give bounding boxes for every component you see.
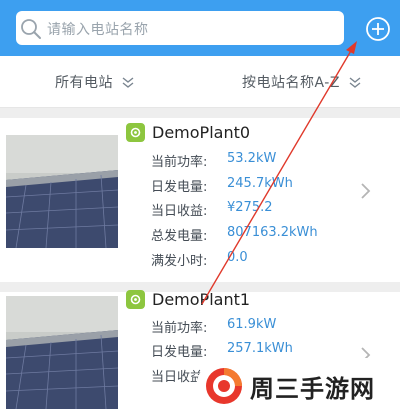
filter-bar: 所有电站 按电站名称A-Z: [0, 56, 400, 108]
stat-label: 当前功率:: [151, 321, 208, 336]
stat-value: 61.9kW: [227, 317, 277, 332]
plant-name: DemoPlant1: [152, 290, 251, 309]
filter-all-label: 所有电站: [55, 75, 113, 91]
chevron-right-icon: [361, 183, 371, 199]
stat-row-daily-income: 当日收益: ¥275.2: [151, 200, 273, 220]
stat-row-daily-energy: 日发电量: 245.7kWh: [151, 176, 293, 196]
chevron-down-icon: [122, 77, 134, 88]
stat-value: ¥275.2: [227, 200, 273, 215]
stat-label: 总发电量:: [151, 229, 208, 244]
stat-label: 满发小时:: [151, 254, 208, 269]
watermark-text: 周三手游网: [250, 374, 375, 403]
search-input[interactable]: 请输入电站名称: [16, 11, 344, 45]
stat-row-full-hours: 满发小时: 0.0: [151, 250, 248, 270]
stat-value: 53.2kW: [227, 151, 277, 166]
chevron-down-icon: [349, 77, 361, 88]
stat-label: 日发电量:: [151, 180, 208, 195]
stat-value: 245.7kWh: [227, 176, 293, 191]
solar-plant-icon: [126, 123, 145, 142]
search-placeholder: 请输入电站名称: [47, 22, 149, 38]
search-icon: [21, 19, 41, 39]
list-separator: [0, 108, 400, 118]
plant-list-item[interactable]: DemoPlant0 当前功率: 53.2kW 日发电量: 245.7kWh 当…: [0, 118, 400, 282]
plant-name: DemoPlant0: [152, 123, 251, 142]
filter-sort[interactable]: 按电站名称A-Z: [242, 71, 362, 93]
top-bar: 请输入电站名称: [0, 0, 400, 56]
watermark: 周三手游网: [196, 358, 400, 414]
stat-value: 807163.2kWh: [227, 225, 318, 240]
stat-row-power: 当前功率: 53.2kW: [151, 151, 276, 171]
filter-sort-label: 按电站名称A-Z: [242, 75, 340, 91]
filter-all-plants[interactable]: 所有电站: [55, 71, 135, 93]
add-circle-icon[interactable]: [365, 16, 391, 42]
stat-value: 0.0: [227, 250, 248, 265]
stat-label: 当前功率:: [151, 155, 208, 170]
stat-label: 日发电量:: [151, 345, 208, 360]
plant-photo: [6, 135, 118, 248]
stat-row-total-energy: 总发电量: 807163.2kWh: [151, 225, 318, 245]
plant-photo: [6, 296, 118, 409]
stat-label: 当日收益:: [151, 204, 208, 219]
solar-plant-icon: [126, 290, 145, 309]
watermark-logo-icon: [206, 368, 242, 404]
stat-row-power: 当前功率: 61.9kW: [151, 317, 276, 337]
